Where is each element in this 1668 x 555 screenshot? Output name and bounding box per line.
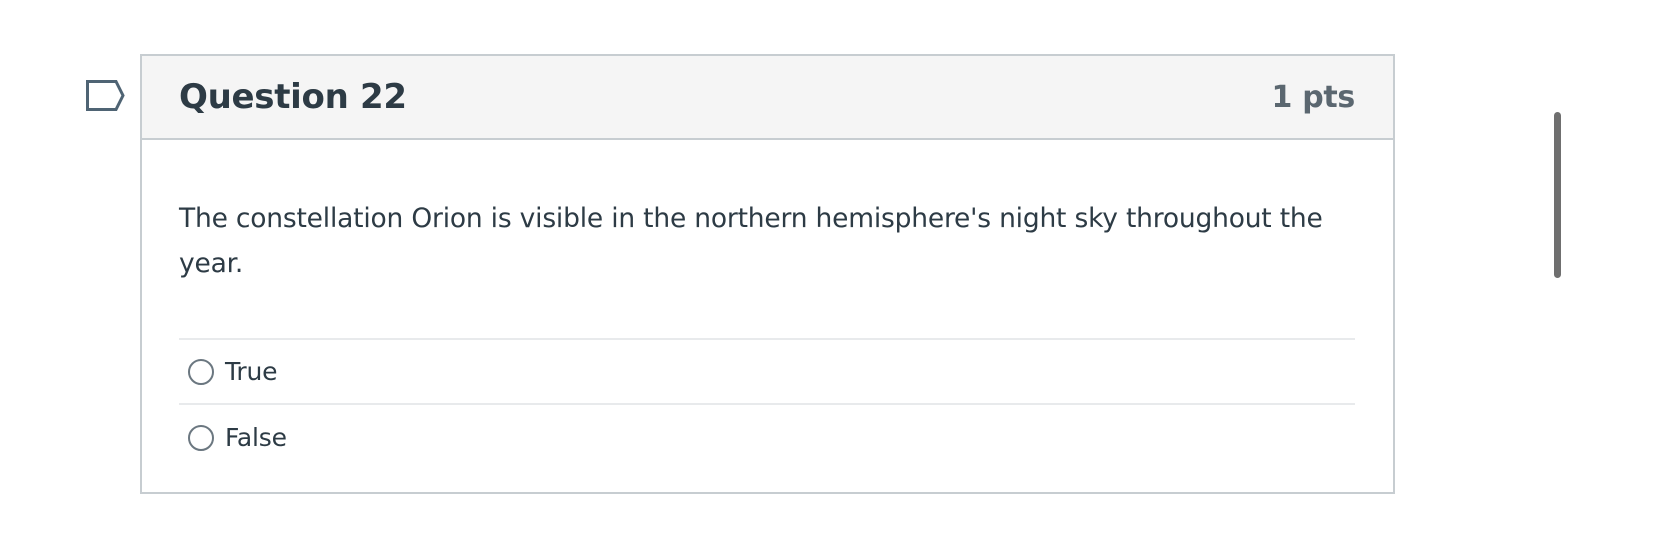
question-text: The constellation Orion is visible in th…	[179, 203, 1323, 279]
answer-option-true[interactable]: True	[179, 340, 1355, 405]
answer-label: True	[225, 357, 278, 386]
answer-list: True False	[179, 338, 1355, 470]
radio-button[interactable]	[188, 358, 214, 385]
radio-button[interactable]	[188, 424, 214, 451]
answer-option-false[interactable]: False	[179, 405, 1355, 470]
bookmark-flag-icon	[86, 80, 125, 111]
question-points: 1 pts	[1271, 79, 1356, 115]
question-card: Question 22 1 pts The constellation Orio…	[140, 54, 1395, 494]
scrollbar-thumb[interactable]	[1554, 112, 1561, 278]
question-header: Question 22 1 pts	[142, 56, 1393, 140]
quiz-page: Question 22 1 pts The constellation Orio…	[0, 0, 1668, 555]
answer-label: False	[225, 423, 287, 452]
flag-question-button[interactable]	[86, 80, 126, 112]
question-title: Question 22	[179, 77, 407, 117]
question-body: The constellation Orion is visible in th…	[142, 140, 1393, 470]
